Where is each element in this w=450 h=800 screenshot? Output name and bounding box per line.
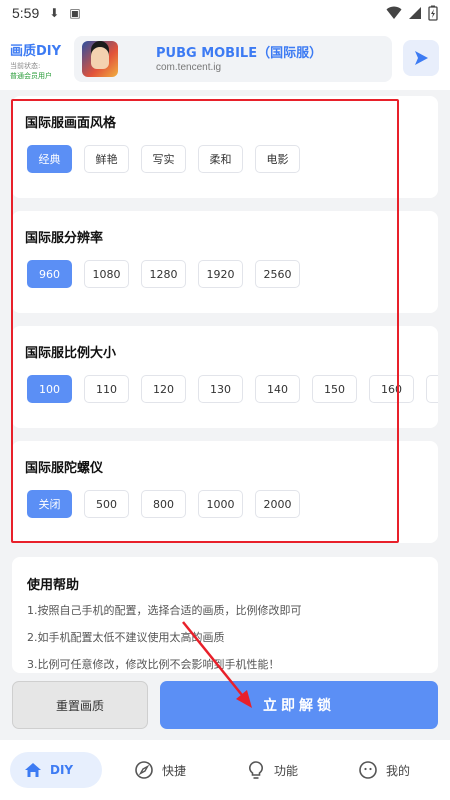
- section-ratio: 国际服比例大小 100 110 120 130 140 150 160: [12, 326, 438, 428]
- option-ratio-140[interactable]: 140: [255, 375, 300, 403]
- option-ratio-100[interactable]: 100: [27, 375, 72, 403]
- option-gyro-2000[interactable]: 2000: [255, 490, 300, 518]
- option-row[interactable]: 100 110 120 130 140 150 160: [27, 375, 438, 403]
- app-title: 画质DIY: [10, 44, 62, 59]
- nav-item-mine[interactable]: 我的: [358, 752, 410, 788]
- nav-item-shortcut[interactable]: 快捷: [134, 752, 186, 788]
- help-line: 2.如手机配置太低不建议使用太高的画质: [27, 631, 225, 644]
- app-notification-icon: ▣: [69, 6, 81, 20]
- option-ratio-150[interactable]: 150: [312, 375, 357, 403]
- option-style-classic[interactable]: 经典: [27, 145, 72, 173]
- section-graphics-style: 国际服画面风格 经典 鲜艳 写实 柔和 电影: [12, 96, 438, 198]
- member-status-label: 当前状态:: [10, 62, 41, 70]
- option-resolution-1280[interactable]: 1280: [141, 260, 186, 288]
- section-title: 国际服画面风格: [25, 116, 117, 131]
- status-bar: 5:59 ⬇ ▣: [0, 0, 450, 26]
- option-ratio-130[interactable]: 130: [198, 375, 243, 403]
- option-ratio-110[interactable]: 110: [84, 375, 129, 403]
- section-title: 国际服比例大小: [25, 346, 117, 361]
- help-line: 3.比例可任意修改，修改比例不会影响到手机性能！: [27, 658, 280, 671]
- play-icon: [415, 51, 428, 65]
- game-package-name: com.tencent.ig: [156, 62, 222, 73]
- section-title: 国际服分辨率: [25, 231, 104, 246]
- help-line: 1.按照自己手机的配置，选择合适的画质，比例修改即可: [27, 604, 302, 617]
- compass-icon: [135, 761, 153, 779]
- option-style-realistic[interactable]: 写实: [141, 145, 186, 173]
- app-header: 画质DIY 当前状态: 普通会员用户 PUBG MOBILE（国际服） com.…: [0, 26, 450, 90]
- option-style-vivid[interactable]: 鲜艳: [84, 145, 129, 173]
- nav-label: 快捷: [162, 763, 187, 778]
- option-resolution-2560[interactable]: 2560: [255, 260, 300, 288]
- help-title: 使用帮助: [27, 578, 80, 593]
- nav-item-diy[interactable]: DIY: [10, 752, 102, 788]
- nav-label: 功能: [274, 763, 299, 778]
- download-icon: ⬇: [49, 6, 60, 20]
- option-resolution-1080[interactable]: 1080: [84, 260, 129, 288]
- home-icon: [25, 763, 41, 777]
- option-style-soft[interactable]: 柔和: [198, 145, 243, 173]
- option-gyro-1000[interactable]: 1000: [198, 490, 243, 518]
- lightbulb-icon: [249, 761, 263, 779]
- wifi-icon: [386, 6, 402, 19]
- nav-label: DIY: [50, 763, 74, 777]
- bottom-navigation: DIY 快捷 功能 我的: [0, 740, 450, 800]
- section-resolution: 国际服分辨率 960 1080 1280 1920 2560: [12, 211, 438, 313]
- member-status-value: 普通会员用户: [10, 72, 52, 80]
- option-row: 960 1080 1280 1920 2560: [27, 260, 300, 288]
- option-ratio-120[interactable]: 120: [141, 375, 186, 403]
- nav-label: 我的: [386, 763, 411, 778]
- section-title: 国际服陀螺仪: [25, 461, 104, 476]
- option-resolution-1920[interactable]: 1920: [198, 260, 243, 288]
- app-brand: 画质DIY 当前状态: 普通会员用户: [10, 40, 72, 81]
- unlock-now-button[interactable]: 立即解锁: [160, 681, 438, 729]
- option-gyro-800[interactable]: 800: [141, 490, 186, 518]
- game-app-icon: [82, 41, 118, 77]
- option-ratio-more[interactable]: [426, 375, 438, 403]
- option-resolution-960[interactable]: 960: [27, 260, 72, 288]
- launch-game-button[interactable]: [403, 40, 439, 76]
- option-row: 关闭 500 800 1000 2000: [27, 490, 300, 518]
- section-gyroscope: 国际服陀螺仪 关闭 500 800 1000 2000: [12, 441, 438, 543]
- option-gyro-off[interactable]: 关闭: [27, 490, 72, 518]
- option-style-cinematic[interactable]: 电影: [255, 145, 300, 173]
- nav-item-features[interactable]: 功能: [246, 752, 298, 788]
- face-icon: [359, 761, 377, 779]
- battery-icon: [428, 5, 438, 21]
- option-ratio-160[interactable]: 160: [369, 375, 414, 403]
- reset-quality-button[interactable]: 重置画质: [12, 681, 148, 729]
- selected-game-card[interactable]: PUBG MOBILE（国际服） com.tencent.ig: [74, 36, 392, 82]
- option-gyro-500[interactable]: 500: [84, 490, 129, 518]
- status-time: 5:59: [12, 5, 40, 21]
- signal-icon: [409, 7, 421, 19]
- help-panel: 使用帮助 1.按照自己手机的配置，选择合适的画质，比例修改即可 2.如手机配置太…: [12, 557, 438, 673]
- game-name: PUBG MOBILE（国际服）: [156, 46, 323, 61]
- option-row: 经典 鲜艳 写实 柔和 电影: [27, 145, 300, 173]
